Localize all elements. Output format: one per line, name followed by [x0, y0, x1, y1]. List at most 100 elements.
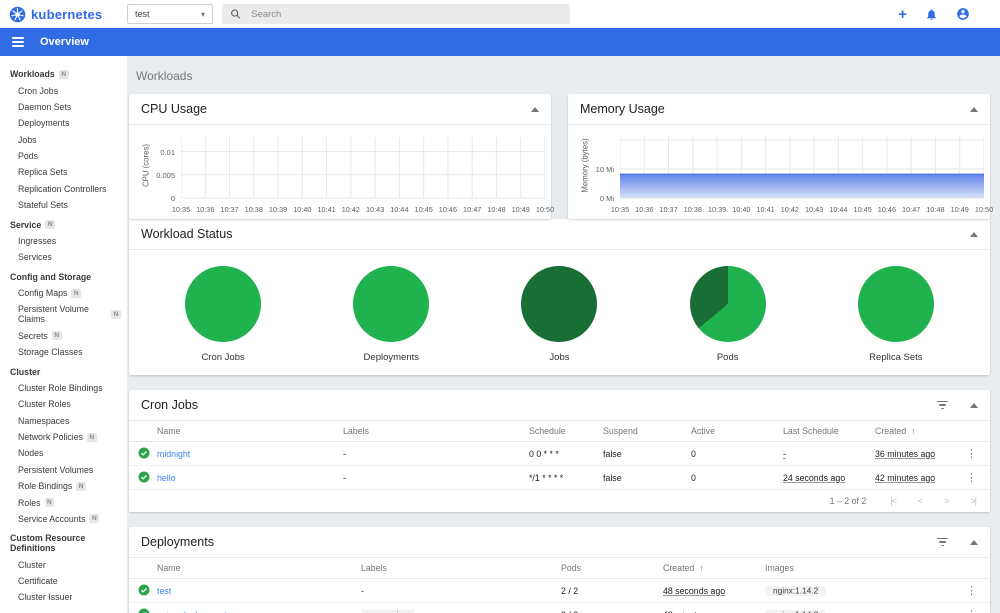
sidebar-item-replication-controllers[interactable]: Replication Controllers — [0, 181, 127, 197]
sidebar-item-persistent-volumes[interactable]: Persistent Volumes — [0, 462, 127, 478]
timestamp-link[interactable]: 36 minutes ago — [875, 449, 935, 459]
pie-label: Replica Sets — [869, 352, 923, 363]
plot-area: 10:35 10:36 10:37 10:38 10:39 10:40 10:41 10:42… — [172, 131, 554, 217]
sidebar-item-cluster[interactable]: Cluster — [0, 557, 127, 573]
filter-icon[interactable] — [935, 536, 950, 549]
resource-link[interactable]: test — [157, 586, 171, 596]
top-bar: kubernetes test ▾ + — [0, 0, 1000, 28]
hamburger-menu-icon[interactable] — [10, 33, 26, 51]
deployments-table: Name Labels Pods Created ↑ Images test - 2 / 2 48… — [129, 558, 990, 613]
kubernetes-logo[interactable]: kubernetes — [0, 6, 127, 23]
sidebar-item-cron-jobs[interactable]: Cron Jobs — [0, 82, 127, 98]
table-row: test - 2 / 2 48 seconds ago nginx:1.14.2 ⋮ — [129, 579, 990, 603]
sidebar-item-storage-classes[interactable]: Storage Classes — [0, 344, 127, 360]
sidebar-item-cluster-roles[interactable]: Cluster Roles — [0, 396, 127, 412]
sidebar-item-label: Jobs — [18, 134, 37, 145]
sidebar-item-ingresses[interactable]: Ingresses — [0, 233, 127, 249]
sidebar-item-label: Cluster Roles — [18, 399, 71, 410]
timestamp-link[interactable]: 24 seconds ago — [783, 473, 845, 483]
collapse-icon[interactable] — [970, 402, 978, 408]
pie-block-cron-jobs: Cron Jobs — [185, 266, 262, 363]
namespace-select[interactable]: test ▾ — [127, 4, 213, 24]
memory-usage-card-header: Memory Usage — [568, 94, 990, 125]
sidebar-item-config-maps[interactable]: Config Maps N — [0, 285, 127, 301]
cron-jobs-pagination: 1 – 2 of 2 |< < > >| — [129, 490, 990, 512]
sidebar-item-cluster-role-bindings[interactable]: Cluster Role Bindings — [0, 380, 127, 396]
sidebar-item-nodes[interactable]: Nodes — [0, 445, 127, 461]
resource-link[interactable]: nginx-deployment — [157, 610, 226, 613]
search-bar[interactable] — [222, 4, 570, 24]
pie-block-jobs: Jobs — [521, 266, 598, 363]
workload-status-card: Workload Status Cron Jobs Deployments Jobs… — [129, 219, 990, 375]
row-menu-button[interactable]: ⋮ — [959, 447, 990, 460]
create-resource-button[interactable]: + — [898, 7, 907, 22]
x-tick-label: 10:45 — [853, 205, 872, 214]
sidebar-item-label: Roles — [18, 497, 41, 508]
sidebar-group-config-and-storage[interactable]: Config and Storage — [0, 269, 127, 285]
sidebar-item-jobs[interactable]: Jobs — [0, 132, 127, 148]
cell-suspend: false — [603, 472, 622, 483]
next-page-button[interactable]: > — [944, 496, 949, 506]
sort-asc-icon: ↑ — [911, 426, 916, 436]
sidebar-item-deployments[interactable]: Deployments — [0, 115, 127, 131]
search-input[interactable] — [251, 8, 562, 20]
cell-labels: app: nginx — [361, 609, 561, 613]
sidebar-item-stateful-sets[interactable]: Stateful Sets — [0, 197, 127, 213]
column-header-created[interactable]: Created ↑ — [663, 563, 765, 573]
resource-link[interactable]: hello — [157, 473, 176, 483]
collapse-icon[interactable] — [970, 106, 978, 112]
sidebar-group-cluster[interactable]: Cluster — [0, 363, 127, 379]
pie-chart-deployments — [353, 266, 430, 342]
sidebar-item-roles[interactable]: Roles N — [0, 494, 127, 510]
timestamp-link[interactable]: 48 seconds ago — [663, 586, 725, 596]
notifications-bell-icon[interactable] — [925, 8, 938, 21]
sidebar-item-role-bindings[interactable]: Role Bindings N — [0, 478, 127, 494]
collapse-icon[interactable] — [531, 106, 539, 112]
cell-images: nginx:1.14.2 — [765, 609, 959, 613]
cron-jobs-card-header: Cron Jobs — [129, 390, 990, 421]
sidebar-item-pods[interactable]: Pods — [0, 148, 127, 164]
sidebar-item-cluster-issuer[interactable]: Cluster Issuer — [0, 589, 127, 605]
sidebar-item-persistent-volume-claims[interactable]: Persistent Volume Claims N — [0, 301, 127, 327]
timestamp-link[interactable]: 42 minutes ago — [875, 473, 935, 483]
sidebar-item-label: Role Bindings — [18, 481, 73, 492]
row-menu-button[interactable]: ⋮ — [959, 584, 990, 597]
namespaced-badge: N — [89, 514, 100, 524]
workload-status-title: Workload Status — [141, 227, 233, 241]
filter-icon[interactable] — [935, 399, 950, 412]
sidebar-item-label: Cluster Issuer — [18, 592, 73, 603]
sidebar-item-service-accounts[interactable]: Service Accounts N — [0, 511, 127, 527]
first-page-button[interactable]: |< — [890, 496, 897, 506]
column-header-created[interactable]: Created ↑ — [875, 426, 959, 436]
sidebar-item-network-policies[interactable]: Network Policies N — [0, 429, 127, 445]
sidebar-item-namespaces[interactable]: Namespaces — [0, 413, 127, 429]
status-ok-icon — [138, 471, 150, 483]
search-icon — [231, 9, 241, 19]
timestamp-link[interactable]: - — [783, 449, 786, 459]
sidebar-item-services[interactable]: Services — [0, 249, 127, 265]
deployments-title: Deployments — [141, 535, 214, 549]
sidebar-item-label: Replication Controllers — [18, 183, 107, 194]
sidebar-item-certificate[interactable]: Certificate — [0, 573, 127, 589]
row-menu-button[interactable]: ⋮ — [959, 471, 990, 484]
resource-link[interactable]: midnight — [157, 449, 190, 459]
x-tick-label: 10:41 — [756, 205, 775, 214]
row-menu-button[interactable]: ⋮ — [959, 608, 990, 613]
page-title: Workloads — [136, 69, 193, 83]
account-icon[interactable] — [956, 7, 970, 21]
sidebar-group-custom-resource-definitions[interactable]: Custom Resource Definitions — [0, 530, 127, 556]
prev-page-button[interactable]: < — [918, 496, 923, 506]
cell-last-schedule: - — [783, 449, 875, 459]
last-page-button[interactable]: >| — [970, 496, 977, 506]
pie-block-replica-sets: Replica Sets — [857, 266, 934, 363]
namespaced-badge: N — [87, 432, 97, 442]
sidebar-item-replica-sets[interactable]: Replica Sets — [0, 164, 127, 180]
sidebar-group-workloads[interactable]: Workloads N — [0, 66, 127, 82]
sidebar-item-daemon-sets[interactable]: Daemon Sets — [0, 99, 127, 115]
collapse-icon[interactable] — [970, 231, 978, 237]
collapse-icon[interactable] — [970, 539, 978, 545]
sidebar-item-label: Namespaces — [18, 415, 70, 426]
sidebar-group-service[interactable]: Service N — [0, 216, 127, 232]
timestamp-link[interactable]: 42 minutes ago — [663, 610, 723, 613]
sidebar-item-secrets[interactable]: Secrets N — [0, 328, 127, 344]
